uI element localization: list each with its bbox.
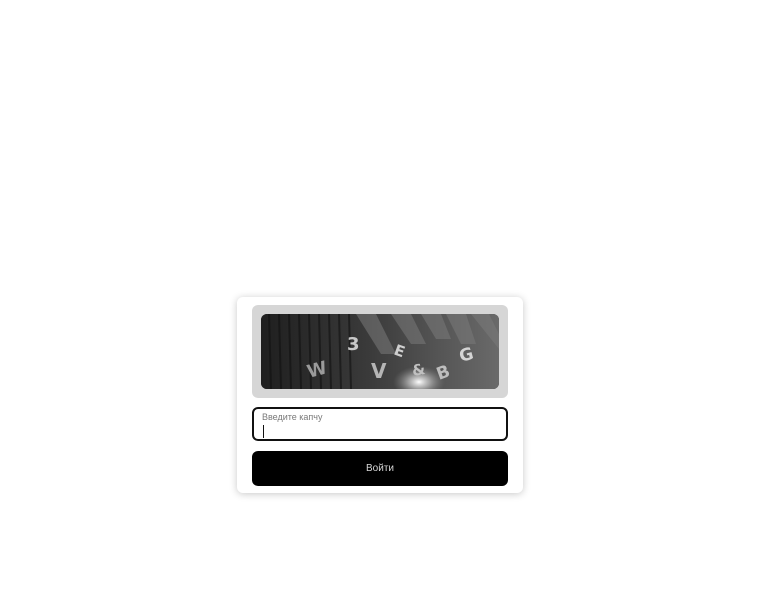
captcha-card: W 3 V E & B G Введите капчу Войти: [237, 297, 523, 493]
captcha-glyph: 3: [347, 334, 360, 355]
captcha-frame: W 3 V E & B G: [252, 305, 508, 398]
captcha-input-label: Введите капчу: [262, 412, 323, 422]
login-button[interactable]: Войти: [252, 451, 508, 486]
text-caret: [263, 425, 264, 438]
captcha-image: W 3 V E & B G: [261, 314, 499, 389]
captcha-input-field[interactable]: Введите капчу: [252, 407, 508, 441]
captcha-glyph: V: [371, 359, 387, 383]
captcha-input[interactable]: [262, 423, 498, 437]
